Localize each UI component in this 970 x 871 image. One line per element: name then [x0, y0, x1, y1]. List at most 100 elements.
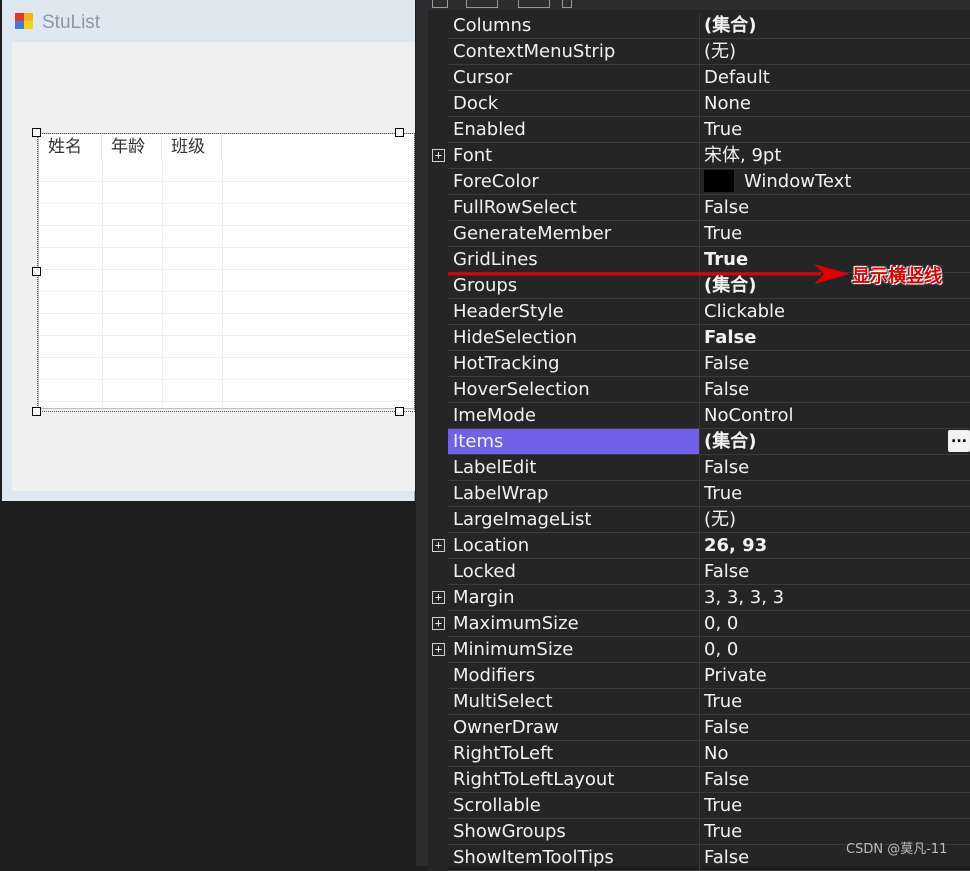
property-row[interactable]: LabelWrap True [428, 481, 970, 507]
property-row[interactable]: FullRowSelect False [428, 195, 970, 221]
property-value[interactable]: 0, 0 [700, 611, 970, 636]
resize-handle-top-right[interactable] [395, 128, 404, 137]
property-row[interactable]: RightToLeft No [428, 741, 970, 767]
property-value[interactable]: (无) [700, 507, 970, 532]
property-name[interactable]: GenerateMember [448, 221, 700, 246]
property-name[interactable]: Columns [448, 13, 700, 38]
property-row[interactable]: HideSelection False [428, 325, 970, 351]
expand-icon[interactable]: + [432, 591, 445, 604]
property-name[interactable]: Scrollable [448, 793, 700, 818]
property-row[interactable]: LargeImageList (无) [428, 507, 970, 533]
property-name[interactable]: RightToLeft [448, 741, 700, 766]
property-name[interactable]: Modifiers [448, 663, 700, 688]
property-name[interactable]: ContextMenuStrip [448, 39, 700, 64]
expand-icon[interactable]: + [432, 643, 445, 656]
properties-icon[interactable] [518, 0, 550, 8]
property-row[interactable]: HoverSelection False [428, 377, 970, 403]
property-row[interactable]: RightToLeftLayout False [428, 767, 970, 793]
property-name[interactable]: MultiSelect [448, 689, 700, 714]
property-value[interactable]: False [700, 351, 970, 376]
property-value[interactable]: False [700, 377, 970, 402]
property-name[interactable]: Items [448, 429, 700, 454]
property-name[interactable]: HoverSelection [448, 377, 700, 402]
property-value[interactable]: False [700, 559, 970, 584]
property-name[interactable]: HotTracking [448, 351, 700, 376]
resize-handle-middle-left[interactable] [32, 267, 41, 276]
form-titlebar[interactable]: StuList [2, 0, 415, 42]
alphabetical-icon[interactable] [466, 0, 498, 8]
property-value[interactable]: True [700, 221, 970, 246]
categorized-icon[interactable] [432, 0, 448, 8]
property-name[interactable]: LabelWrap [448, 481, 700, 506]
property-value[interactable]: False [700, 455, 970, 480]
ellipsis-button[interactable]: ... [948, 430, 970, 452]
property-row[interactable]: Enabled True [428, 117, 970, 143]
property-name[interactable]: LargeImageList [448, 507, 700, 532]
property-row[interactable]: Scrollable True [428, 793, 970, 819]
expand-icon[interactable]: + [432, 149, 445, 162]
property-value[interactable]: WindowText [700, 169, 970, 194]
property-name[interactable]: Cursor [448, 65, 700, 90]
resize-handle-top-left[interactable] [32, 128, 41, 137]
property-row[interactable]: Cursor Default [428, 65, 970, 91]
property-name[interactable]: ShowItemToolTips [448, 845, 700, 870]
property-value[interactable]: False [700, 195, 970, 220]
property-row[interactable]: Dock None [428, 91, 970, 117]
property-name[interactable]: OwnerDraw [448, 715, 700, 740]
property-row[interactable]: Modifiers Private [428, 663, 970, 689]
expand-icon[interactable]: + [432, 539, 445, 552]
property-name[interactable]: MinimumSize [448, 637, 700, 662]
property-value[interactable]: None [700, 91, 970, 116]
property-row[interactable]: + MaximumSize 0, 0 [428, 611, 970, 637]
property-row[interactable]: MultiSelect True [428, 689, 970, 715]
property-row[interactable]: ContextMenuStrip (无) [428, 39, 970, 65]
property-value[interactable]: 宋体, 9pt [700, 143, 970, 168]
property-row[interactable]: ForeColor WindowText [428, 169, 970, 195]
property-name[interactable]: ShowGroups [448, 819, 700, 844]
property-value[interactable]: (无) [700, 39, 970, 64]
property-row[interactable]: Items (集合)... [428, 429, 970, 455]
property-value[interactable]: False [700, 325, 970, 350]
property-row[interactable]: + Margin 3, 3, 3, 3 [428, 585, 970, 611]
property-name[interactable]: Location [448, 533, 700, 558]
property-value[interactable]: 26, 93 [700, 533, 970, 558]
property-name[interactable]: ForeColor [448, 169, 700, 194]
property-value[interactable]: True [700, 793, 970, 818]
resize-handle-bottom-left[interactable] [32, 407, 41, 416]
property-value[interactable]: True [700, 689, 970, 714]
property-row[interactable]: HotTracking False [428, 351, 970, 377]
property-value[interactable]: False [700, 715, 970, 740]
property-name[interactable]: HideSelection [448, 325, 700, 350]
property-value[interactable]: Private [700, 663, 970, 688]
resize-handle-bottom-right[interactable] [395, 407, 404, 416]
property-value[interactable]: True [700, 117, 970, 142]
property-row[interactable]: + Font 宋体, 9pt [428, 143, 970, 169]
property-row[interactable]: Locked False [428, 559, 970, 585]
property-value[interactable]: (集合)... [700, 429, 970, 454]
events-icon[interactable] [562, 0, 572, 8]
property-name[interactable]: Locked [448, 559, 700, 584]
property-row[interactable]: Columns (集合) [428, 13, 970, 39]
property-row[interactable]: GenerateMember True [428, 221, 970, 247]
property-value[interactable]: False [700, 767, 970, 792]
property-name[interactable]: Font [448, 143, 700, 168]
property-value[interactable]: (集合) [700, 13, 970, 38]
property-name[interactable]: Margin [448, 585, 700, 610]
property-row[interactable]: HeaderStyle Clickable [428, 299, 970, 325]
property-row[interactable]: LabelEdit False [428, 455, 970, 481]
property-row[interactable]: + Location 26, 93 [428, 533, 970, 559]
property-name[interactable]: Enabled [448, 117, 700, 142]
property-value[interactable]: Default [700, 65, 970, 90]
property-name[interactable]: ImeMode [448, 403, 700, 428]
property-row[interactable]: + MinimumSize 0, 0 [428, 637, 970, 663]
property-row[interactable]: OwnerDraw False [428, 715, 970, 741]
property-name[interactable]: LabelEdit [448, 455, 700, 480]
property-name[interactable]: RightToLeftLayout [448, 767, 700, 792]
property-value[interactable]: No [700, 741, 970, 766]
property-name[interactable]: Dock [448, 91, 700, 116]
property-row[interactable]: ImeMode NoControl [428, 403, 970, 429]
property-value[interactable]: NoControl [700, 403, 970, 428]
expand-icon[interactable]: + [432, 617, 445, 630]
property-value[interactable]: True [700, 481, 970, 506]
property-name[interactable]: HeaderStyle [448, 299, 700, 324]
